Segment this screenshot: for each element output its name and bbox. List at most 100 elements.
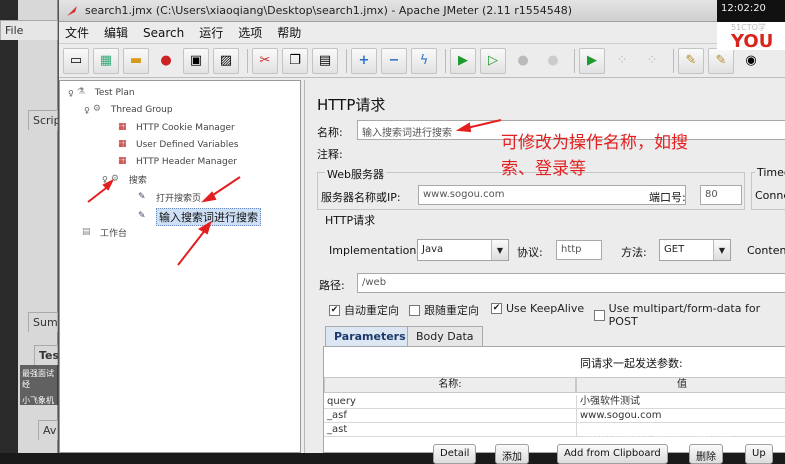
- open-recent-icon[interactable]: ●: [153, 48, 179, 74]
- menu-bar: 文件 编辑 Search 运行 选项 帮助: [59, 22, 785, 44]
- new-icon[interactable]: ▭: [63, 47, 89, 74]
- overlay-panel: 最强面试经 小飞象机: [20, 365, 58, 405]
- add-button[interactable]: 添加: [495, 444, 529, 464]
- bg-summary-tab: Sum: [28, 312, 58, 332]
- path-field[interactable]: /web: [357, 273, 785, 293]
- expand-icon[interactable]: +: [351, 47, 377, 74]
- tab-parameters[interactable]: Parameters: [325, 326, 415, 346]
- implementation-label: Implementation:: [329, 244, 421, 257]
- checkbox-label: 跟随重定向: [424, 304, 479, 317]
- background-ide: File Scrip Sum Tes Av 最强面试经 小飞象机: [0, 0, 61, 453]
- table-cell-value[interactable]: 小强软件测试: [576, 395, 785, 409]
- menu-help[interactable]: 帮助: [277, 24, 301, 41]
- checkbox-unchecked-icon: [409, 304, 420, 316]
- watermark: https://blog.csdn.net/sun_hm: [585, 430, 731, 441]
- port-label: 端口号:: [649, 191, 686, 204]
- shutdown-icon[interactable]: ●: [540, 48, 566, 74]
- save-as-icon[interactable]: ▨: [213, 47, 239, 74]
- add-from-clipboard-button[interactable]: Add from Clipboard: [557, 444, 668, 464]
- clear-icon[interactable]: ✎: [678, 47, 704, 74]
- checkbox-label: Use KeepAlive: [506, 302, 585, 315]
- collapse-icon[interactable]: −: [381, 47, 407, 74]
- annotation-line-1: 可修改为操作名称，如搜: [501, 133, 688, 153]
- window-title: search1.jmx (C:\Users\xiaoqiang\Desktop\…: [85, 4, 573, 17]
- path-label: 路径:: [319, 279, 345, 292]
- toolbar-separator: [247, 48, 248, 73]
- http-request-legend: HTTP请求: [325, 214, 376, 227]
- method-select[interactable]: GET ▼: [659, 239, 731, 261]
- table-cell-name[interactable]: query: [324, 395, 576, 409]
- remote-stop-icon[interactable]: ⁘: [609, 48, 635, 74]
- logo-box: 51CTO学 YOU: [717, 22, 785, 52]
- toolbar-separator: [673, 48, 674, 73]
- checkbox-unchecked-icon: [594, 309, 605, 321]
- delete-button[interactable]: 删除: [689, 444, 723, 464]
- timeouts-legend: Timed: [755, 166, 785, 179]
- up-button[interactable]: Up: [745, 444, 773, 464]
- server-field[interactable]: www.sogou.com: [418, 185, 686, 205]
- web-server-legend: Web服务器: [325, 166, 386, 182]
- chevron-down-icon[interactable]: ▼: [713, 240, 730, 260]
- port-field[interactable]: 80: [700, 185, 742, 205]
- stop-icon[interactable]: ●: [510, 48, 536, 74]
- comment-label: 注释:: [317, 148, 343, 161]
- column-header-name[interactable]: 名称:: [324, 377, 576, 393]
- name-label: 名称:: [317, 126, 343, 139]
- tab-body-data[interactable]: Body Data: [407, 326, 483, 346]
- save-icon[interactable]: ▣: [183, 47, 209, 74]
- server-label: 服务器名称或IP:: [321, 191, 401, 204]
- implementation-select[interactable]: Java ▼: [417, 239, 509, 261]
- remote-start-icon[interactable]: ▶: [579, 47, 605, 74]
- start-no-pause-icon[interactable]: ▷: [480, 47, 506, 74]
- overlay-text-1: 最强面试经: [22, 369, 54, 389]
- menu-edit[interactable]: 编辑: [104, 24, 128, 41]
- table-cell-name[interactable]: _asf: [324, 409, 576, 423]
- table-cell-value[interactable]: www.sogou.com: [576, 409, 785, 423]
- checkbox-label: Use multipart/form-data for POST: [608, 302, 761, 328]
- menu-file[interactable]: 文件: [65, 24, 89, 41]
- bg-test-tab: Tes: [34, 345, 59, 365]
- toolbar: ▭ ▦ ▬ ● ▣ ▨ ✂ ❐ ▤ + − ϟ ▶ ▷ ● ● ▶ ⁘ ⁘ ✎ …: [59, 44, 785, 78]
- toolbar-separator: [346, 48, 347, 73]
- annotation-arrow-name: [455, 119, 502, 133]
- overlay-text-2: 小飞象机: [22, 396, 54, 405]
- bg-script-tab: Scrip: [28, 110, 61, 130]
- open-icon[interactable]: ▬: [123, 47, 149, 74]
- toggle-icon[interactable]: ϟ: [411, 47, 437, 74]
- detail-button[interactable]: Detail: [433, 444, 477, 464]
- templates-icon[interactable]: ▦: [93, 47, 119, 74]
- bg-av-tab: Av: [38, 420, 58, 440]
- table-cell-name[interactable]: _ast: [324, 423, 576, 437]
- panel-title: HTTP请求: [317, 96, 386, 114]
- background-strip: [0, 0, 18, 453]
- method-value: GET: [664, 244, 685, 255]
- protocol-label: 协议:: [517, 246, 543, 259]
- multipart-checkbox[interactable]: Use multipart/form-data for POST: [594, 302, 785, 328]
- chevron-down-icon[interactable]: ▼: [491, 240, 508, 260]
- content-encoding-label: Conten: [747, 244, 785, 257]
- clock: 12:02:20: [717, 0, 785, 22]
- logo-text: YOU: [731, 31, 774, 52]
- jmeter-feather-icon: [67, 5, 77, 16]
- implementation-value: Java: [422, 244, 444, 255]
- menu-search[interactable]: Search: [143, 26, 184, 40]
- remote-shutdown-icon[interactable]: ⁘: [639, 48, 665, 74]
- protocol-field[interactable]: http: [556, 240, 602, 260]
- method-label: 方法:: [621, 246, 647, 259]
- start-icon[interactable]: ▶: [450, 47, 476, 74]
- column-header-value[interactable]: 值: [576, 377, 785, 393]
- toolbar-separator: [574, 48, 575, 73]
- paste-icon[interactable]: ▤: [312, 47, 338, 74]
- annotation-arrows-tree: [87, 176, 241, 266]
- keepalive-checkbox[interactable]: ✔ Use KeepAlive: [491, 302, 584, 315]
- copy-icon[interactable]: ❐: [282, 47, 308, 74]
- redirect-auto-checkbox[interactable]: 跟随重定向: [409, 302, 479, 318]
- cut-icon[interactable]: ✂: [252, 47, 278, 74]
- test-plan-tree: ♀ ⚗ Test Plan ♀ ⚙ Thread Group ▦ HTTP Co…: [59, 80, 301, 453]
- http-request-panel: HTTP请求 名称: 输入搜索词进行搜索 注释: Web服务器 服务器名称或IP…: [304, 80, 785, 464]
- menu-run[interactable]: 运行: [199, 24, 223, 41]
- menu-options[interactable]: 选项: [238, 24, 262, 41]
- checkbox-checked-icon: ✔: [491, 303, 502, 314]
- checkbox-label: 自动重定向: [344, 304, 399, 317]
- follow-redirects-checkbox[interactable]: ✔ 自动重定向: [329, 302, 399, 318]
